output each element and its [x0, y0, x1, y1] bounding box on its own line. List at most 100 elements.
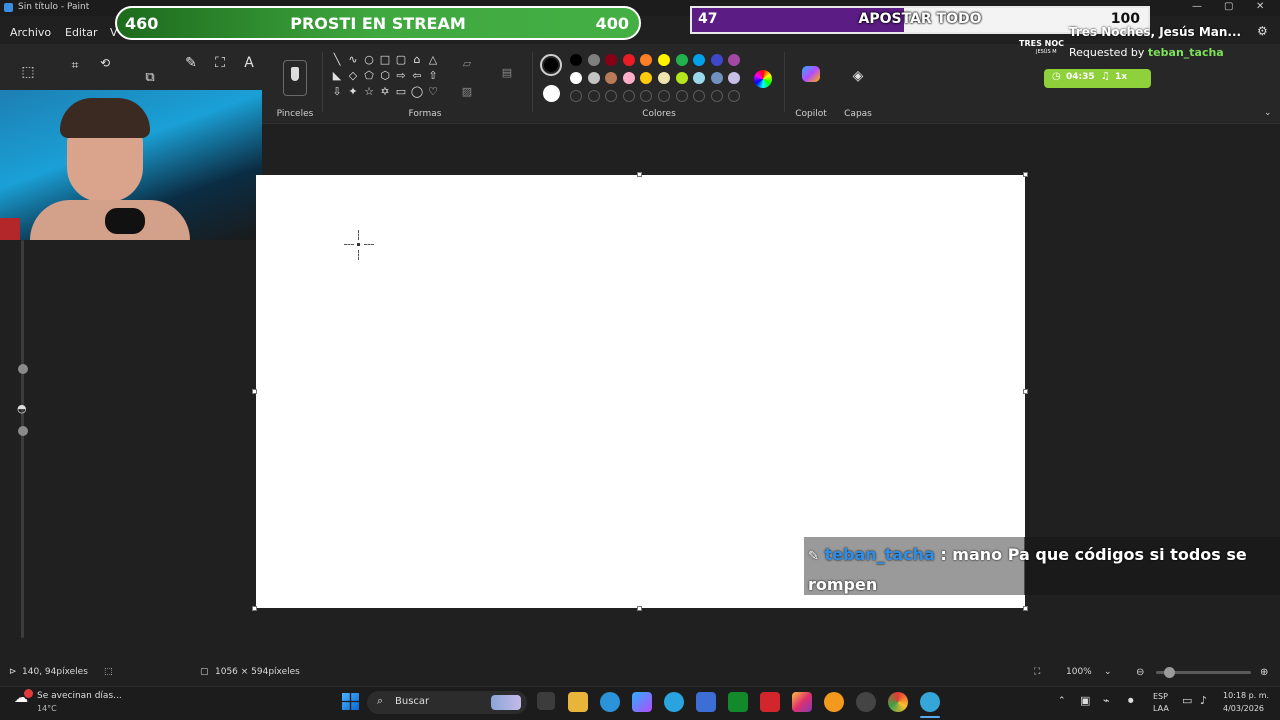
- pencil-icon[interactable]: ✎: [182, 55, 200, 71]
- telegram-icon[interactable]: [664, 692, 684, 712]
- weather-text[interactable]: Se avecinan días...: [37, 691, 122, 701]
- image-resize-icon[interactable]: ⧉: [141, 70, 159, 85]
- wps-office-icon[interactable]: [760, 692, 780, 712]
- shape-option[interactable]: ◯: [410, 85, 424, 99]
- color-swatch[interactable]: [605, 72, 618, 84]
- secondary-color[interactable]: [543, 85, 560, 102]
- shape-option[interactable]: ╲: [330, 53, 344, 67]
- custom-color-slot[interactable]: [693, 90, 706, 102]
- fill-icon[interactable]: ▨: [458, 85, 476, 98]
- custom-color-slot[interactable]: [710, 90, 723, 102]
- color-swatch[interactable]: [622, 54, 635, 66]
- resize-handle-bottom-left[interactable]: [252, 606, 257, 611]
- custom-color-slot[interactable]: [658, 90, 670, 102]
- shape-option[interactable]: □: [378, 53, 392, 67]
- fill-bucket-icon[interactable]: ⛶: [211, 55, 229, 71]
- rotate-icon[interactable]: ⟲: [96, 56, 114, 70]
- menu-edit[interactable]: Editar: [65, 26, 98, 39]
- custom-color-slot[interactable]: [570, 90, 582, 102]
- maximize-button[interactable]: ▢: [1224, 1, 1233, 12]
- shape-option[interactable]: ☆: [362, 85, 376, 99]
- shape-option[interactable]: ⇨: [394, 69, 408, 83]
- color-swatch[interactable]: [658, 72, 670, 84]
- obs-icon[interactable]: [856, 692, 876, 712]
- brush-size-slider-track[interactable]: [21, 240, 24, 638]
- color-swatch[interactable]: [640, 54, 653, 66]
- close-button[interactable]: ✕: [1256, 1, 1264, 12]
- shape-option[interactable]: ▢: [394, 53, 408, 67]
- crop-icon[interactable]: ⌗: [66, 58, 84, 73]
- resize-handle-bottom-right[interactable]: [1023, 606, 1028, 611]
- file-explorer-icon[interactable]: [568, 692, 588, 712]
- zoom-level[interactable]: 100%: [1066, 667, 1092, 677]
- shape-size-icon[interactable]: ▤: [498, 66, 516, 79]
- shape-option[interactable]: ♡: [426, 85, 440, 99]
- volume-icon[interactable]: ♪: [1200, 694, 1207, 707]
- zoom-in-icon[interactable]: ⊕: [1260, 667, 1268, 678]
- color-swatch[interactable]: [693, 54, 706, 66]
- shape-option[interactable]: ✦: [346, 85, 360, 99]
- shape-option[interactable]: ⬡: [378, 69, 392, 83]
- color-swatch[interactable]: [640, 72, 653, 84]
- select-tool-icon[interactable]: ⬚: [19, 64, 37, 80]
- shape-option[interactable]: ∿: [346, 53, 360, 67]
- shape-option[interactable]: ⇦: [410, 69, 424, 83]
- resize-handle-top-right[interactable]: [1023, 172, 1028, 177]
- chevron-down-icon[interactable]: ⌄: [1104, 667, 1112, 677]
- resize-handle-left[interactable]: [252, 389, 257, 394]
- zoom-slider-thumb[interactable]: [1164, 667, 1175, 678]
- display-icon[interactable]: ▭: [1182, 694, 1192, 707]
- shape-option[interactable]: ◣: [330, 69, 344, 83]
- language-code[interactable]: ESP: [1153, 692, 1168, 701]
- outline-icon[interactable]: ▱: [458, 57, 476, 70]
- custom-color-slot[interactable]: [587, 90, 600, 102]
- shape-option[interactable]: ○: [362, 53, 376, 67]
- shape-option[interactable]: ◇: [346, 69, 360, 83]
- primary-color[interactable]: [540, 54, 562, 76]
- brave-browser-icon[interactable]: [824, 692, 844, 712]
- copilot-icon[interactable]: [802, 66, 820, 82]
- microphone-icon[interactable]: ⏺: [1128, 694, 1134, 708]
- edge-browser-icon[interactable]: [600, 692, 620, 712]
- color-swatch[interactable]: [710, 72, 723, 84]
- task-view-icon[interactable]: [537, 692, 555, 710]
- size-slider-thumb[interactable]: [18, 364, 28, 374]
- chevron-down-icon[interactable]: ⌄: [1264, 108, 1272, 118]
- custom-color-slot[interactable]: [675, 90, 688, 102]
- color-swatch[interactable]: [570, 54, 582, 66]
- resize-handle-right[interactable]: [1023, 389, 1028, 394]
- layers-icon[interactable]: ◈: [849, 68, 867, 84]
- keyboard-layout[interactable]: LAA: [1153, 704, 1169, 713]
- color-swatch[interactable]: [587, 54, 600, 66]
- opacity-slider-thumb[interactable]: [18, 426, 28, 436]
- color-swatch[interactable]: [622, 72, 635, 84]
- text-tool-icon[interactable]: A: [240, 55, 258, 71]
- shape-option[interactable]: ✡: [378, 85, 392, 99]
- menu-file[interactable]: Archivo: [10, 26, 51, 39]
- shape-option[interactable]: ⌂: [410, 53, 424, 67]
- copilot-taskbar-icon[interactable]: [632, 692, 652, 712]
- custom-color-slot[interactable]: [640, 90, 653, 102]
- shape-option[interactable]: ▭: [394, 85, 408, 99]
- custom-color-slot[interactable]: [605, 90, 618, 102]
- zoom-out-icon[interactable]: ⊖: [1136, 667, 1144, 678]
- xbox-icon[interactable]: [728, 692, 748, 712]
- color-swatch[interactable]: [605, 54, 618, 66]
- chrome-icon[interactable]: [888, 692, 908, 712]
- color-swatch[interactable]: [693, 72, 706, 84]
- shape-option[interactable]: ⬠: [362, 69, 376, 83]
- color-swatch[interactable]: [710, 54, 723, 66]
- brushes-button[interactable]: [283, 60, 307, 96]
- shape-option[interactable]: △: [426, 53, 440, 67]
- edit-colors-icon[interactable]: [754, 70, 772, 88]
- shape-option[interactable]: ⇩: [330, 85, 344, 99]
- instagram-icon[interactable]: [792, 692, 812, 712]
- color-swatch[interactable]: [728, 54, 741, 66]
- color-swatch[interactable]: [728, 72, 741, 84]
- resize-handle-bottom[interactable]: [637, 606, 642, 611]
- color-swatch[interactable]: [675, 54, 688, 66]
- store-icon[interactable]: [696, 692, 716, 712]
- taskbar-date[interactable]: 4/03/2026: [1223, 704, 1264, 713]
- chevron-up-icon[interactable]: ⌃: [1058, 696, 1066, 706]
- custom-color-slot[interactable]: [622, 90, 635, 102]
